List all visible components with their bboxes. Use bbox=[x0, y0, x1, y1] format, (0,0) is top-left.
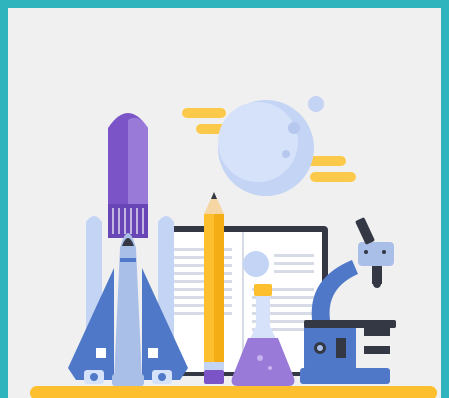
moon-icon bbox=[218, 96, 324, 196]
space-shuttle-icon bbox=[68, 113, 188, 386]
pencil-icon bbox=[204, 192, 224, 384]
ground-shelf bbox=[30, 386, 437, 398]
screen-frame bbox=[0, 0, 449, 398]
illustration-panel bbox=[8, 8, 441, 398]
science-illustration bbox=[30, 96, 437, 398]
